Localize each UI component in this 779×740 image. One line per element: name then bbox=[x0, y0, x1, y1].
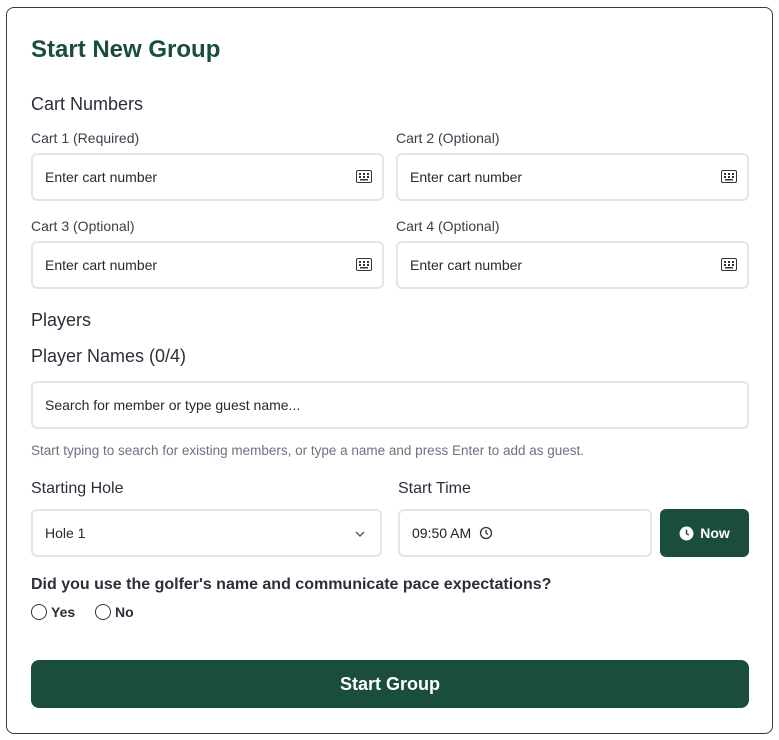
cart-2-placeholder: Enter cart number bbox=[410, 169, 523, 185]
cart-1-label: Cart 1 (Required) bbox=[31, 130, 140, 146]
chevron-down-icon bbox=[355, 531, 365, 537]
no-radio[interactable] bbox=[95, 604, 111, 620]
yes-radio[interactable] bbox=[31, 604, 47, 620]
players-heading: Players bbox=[31, 310, 92, 330]
starting-hole-select[interactable]: Hole 1 bbox=[31, 509, 382, 557]
starting-hole-label: Starting Hole bbox=[31, 480, 124, 497]
player-names-heading: Player Names (0/4) bbox=[31, 346, 187, 366]
start-group-button[interactable]: Start Group bbox=[31, 660, 749, 708]
keyboard-icon bbox=[721, 170, 737, 183]
start-time-input[interactable]: 09:50 AM bbox=[398, 509, 652, 557]
cart-1-input[interactable]: Enter cart number bbox=[31, 153, 384, 201]
yes-radio-option[interactable]: Yes bbox=[31, 604, 75, 620]
keyboard-icon bbox=[356, 258, 372, 271]
clock-icon[interactable] bbox=[479, 526, 493, 540]
starting-hole-value: Hole 1 bbox=[45, 525, 86, 541]
cart-2-label: Cart 2 (Optional) bbox=[396, 130, 500, 146]
player-help-text: Start typing to search for existing memb… bbox=[31, 443, 585, 458]
cart-1-placeholder: Enter cart number bbox=[45, 169, 158, 185]
cart-3-placeholder: Enter cart number bbox=[45, 257, 158, 273]
no-label: No bbox=[115, 604, 134, 620]
pace-question: Did you use the golfer's name and commun… bbox=[31, 576, 552, 593]
player-search-placeholder: Search for member or type guest name... bbox=[45, 397, 301, 413]
now-button-label: Now bbox=[700, 525, 730, 541]
cart-numbers-heading: Cart Numbers bbox=[31, 94, 144, 114]
keyboard-icon bbox=[356, 170, 372, 183]
now-button[interactable]: Now bbox=[660, 509, 749, 557]
yes-label: Yes bbox=[51, 604, 76, 620]
player-search-input[interactable]: Search for member or type guest name... bbox=[31, 381, 749, 429]
start-time-value: 09:50 AM bbox=[412, 525, 472, 541]
start-group-card: Start New Group Cart Numbers Cart 1 (Req… bbox=[6, 7, 773, 734]
no-radio-option[interactable]: No bbox=[95, 604, 134, 620]
keyboard-icon bbox=[721, 258, 737, 271]
page-title: Start New Group bbox=[31, 36, 221, 63]
start-time-label: Start Time bbox=[398, 480, 471, 497]
cart-4-placeholder: Enter cart number bbox=[410, 257, 523, 273]
cart-4-input[interactable]: Enter cart number bbox=[396, 241, 749, 289]
clock-icon bbox=[679, 526, 694, 540]
cart-4-label: Cart 4 (Optional) bbox=[396, 218, 500, 234]
cart-3-label: Cart 3 (Optional) bbox=[31, 218, 135, 234]
cart-2-input[interactable]: Enter cart number bbox=[396, 153, 749, 201]
cart-3-input[interactable]: Enter cart number bbox=[31, 241, 384, 289]
